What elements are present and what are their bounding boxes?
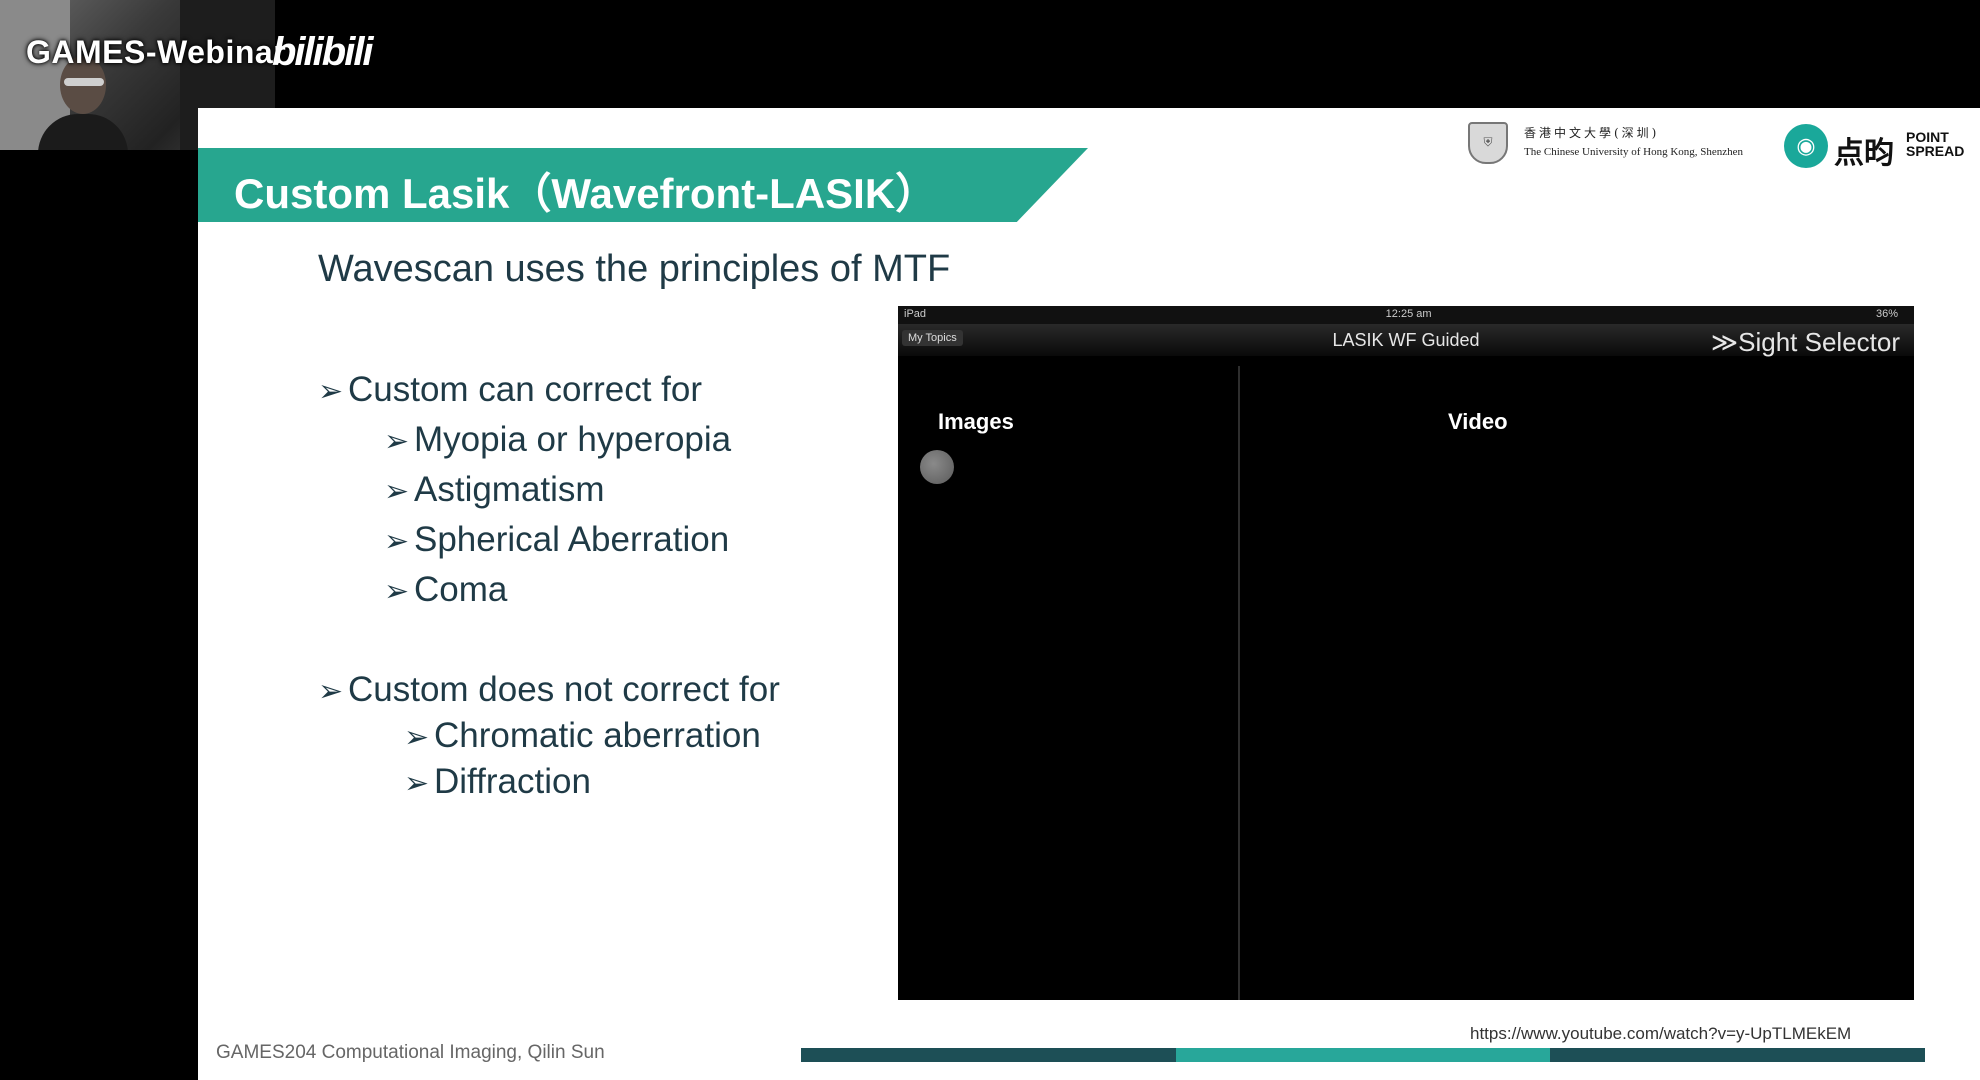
- bullet-can-header: ➢ Custom can correct for: [318, 370, 702, 410]
- bullet-cannot-item: ➢ Diffraction: [404, 762, 591, 802]
- bullet-cannot-header: ➢ Custom does not correct for: [318, 670, 780, 710]
- nav-title: LASIK WF Guided: [1332, 330, 1480, 350]
- bullet-text: Diffraction: [434, 762, 591, 801]
- bullet-text: Spherical Aberration: [414, 520, 730, 559]
- arrow-bullet-icon: ➢: [384, 425, 410, 458]
- source-url[interactable]: https://www.youtube.com/watch?v=y-UpTLME…: [1470, 1024, 1851, 1044]
- presenter-glasses: [64, 78, 104, 86]
- video-label: Video: [1448, 409, 1508, 434]
- app-nav-bar: My Topics LASIK WF Guided ≫Sight Selecto…: [898, 324, 1914, 357]
- footer-bar-segment: [1175, 1048, 1551, 1062]
- bullet-text: Astigmatism: [414, 470, 605, 509]
- pointspread-logo-icon: ◉: [1784, 124, 1828, 168]
- slide-subtitle: Wavescan uses the principles of MTF: [318, 248, 951, 290]
- bullet-text: Myopia or hyperopia: [414, 420, 732, 459]
- my-topics-button[interactable]: My Topics: [902, 330, 963, 346]
- arrow-bullet-icon: ➢: [318, 375, 344, 408]
- cuhk-crest-icon: ⛨: [1468, 122, 1508, 164]
- footer-color-bar: [801, 1048, 1926, 1062]
- loading-spinner-icon: [920, 450, 954, 484]
- bullet-can-item: ➢ Coma: [384, 570, 507, 610]
- slide-title: Custom Lasik（Wavefront-LASIK）: [234, 170, 938, 217]
- arrow-bullet-icon: ➢: [404, 767, 430, 800]
- status-time: 12:25 am: [1385, 308, 1432, 320]
- slide-footer: GAMES204 Computational Imaging, Qilin Su…: [216, 1042, 605, 1063]
- status-device: iPad: [904, 308, 927, 320]
- footer-bar-segment: [801, 1048, 1176, 1062]
- title-banner: Custom Lasik（Wavefront-LASIK）: [198, 148, 1088, 222]
- embedded-video[interactable]: iPad 12:25 am 36% My Topics LASIK WF Gui…: [898, 306, 1914, 1000]
- slide: Custom Lasik（Wavefront-LASIK） ⛨ 香港中文大學(深…: [198, 108, 1980, 1080]
- arrow-bullet-icon: ➢: [384, 575, 410, 608]
- images-label: Images: [938, 409, 1014, 434]
- bullet-text: Coma: [414, 570, 508, 609]
- bullet-cannot-item: ➢ Chromatic aberration: [404, 716, 761, 756]
- pointspread-word-1: POINT: [1906, 129, 1949, 145]
- pointspread-name-chinese: 点昀: [1834, 137, 1894, 170]
- arrow-bullet-icon: ➢: [318, 675, 344, 708]
- arrow-bullet-icon: ➢: [404, 721, 430, 754]
- stream-brand: GAMES-Webinar: [26, 34, 287, 70]
- bullet-text: Custom can correct for: [348, 370, 702, 409]
- bullet-can-item: ➢ Spherical Aberration: [384, 520, 729, 560]
- presenter-shoulders: [38, 114, 128, 150]
- pane-divider: [1238, 366, 1240, 1000]
- bullet-text: Chromatic aberration: [434, 716, 761, 755]
- pointspread-name-english: POINT SPREAD: [1906, 130, 1964, 158]
- arrow-bullet-icon: ➢: [384, 525, 410, 558]
- ipad-status-bar: iPad 12:25 am 36%: [898, 306, 1914, 324]
- status-battery: 36%: [1875, 308, 1898, 320]
- pointspread-word-2: SPREAD: [1906, 143, 1965, 159]
- bullet-text: Custom does not correct for: [348, 670, 780, 709]
- footer-bar-segment: [1550, 1048, 1926, 1062]
- cuhk-name-chinese: 香港中文大學(深圳): [1524, 126, 1660, 140]
- bullet-can-item: ➢ Astigmatism: [384, 470, 605, 510]
- arrow-bullet-icon: ➢: [384, 475, 410, 508]
- header-logos: ⛨ 香港中文大學(深圳) The Chinese University of H…: [1468, 122, 1968, 170]
- bullet-can-item: ➢ Myopia or hyperopia: [384, 420, 731, 460]
- sight-selector-logo: ≫Sight Selector: [1710, 327, 1900, 357]
- bilibili-logo: bilibili: [272, 30, 374, 74]
- cuhk-name-english: The Chinese University of Hong Kong, She…: [1524, 146, 1744, 158]
